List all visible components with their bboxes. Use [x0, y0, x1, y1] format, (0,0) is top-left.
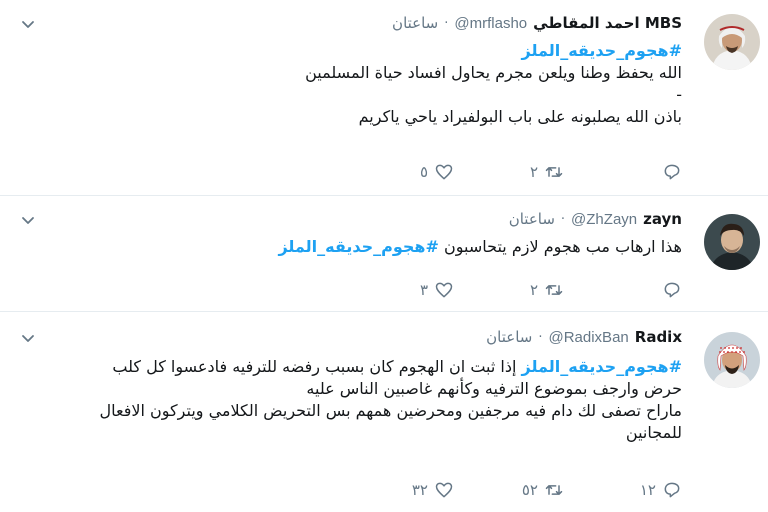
tweet-actions: ١٢ ٥٢ ٣٢	[392, 478, 682, 502]
tweet-header: احمد المقاطي MBS @mrflasho · ساعتان	[392, 12, 682, 34]
separator-dot: ·	[538, 329, 543, 345]
tweet-text: #هجوم_حديقه_الملز الله يحفظ وطنا ويلعن م…	[305, 40, 682, 128]
hashtag-link[interactable]: #هجوم_حديقه_الملز	[278, 237, 439, 256]
retweet-button[interactable]: ٥٢	[522, 478, 564, 502]
tweet-actions: ٢ ٣	[392, 278, 682, 302]
tweet-line: باذن الله يصلبونه على باب البولفيراد ياح…	[358, 107, 682, 126]
separator-dot: ·	[444, 15, 449, 31]
like-count: ٣	[419, 281, 428, 299]
like-button[interactable]: ٣٢	[412, 478, 454, 502]
retweet-button[interactable]: ٢	[524, 278, 564, 302]
tweet-header: Radix @RadixBan · ساعتان	[486, 326, 682, 348]
retweet-button[interactable]: ٢	[524, 160, 564, 184]
tweet[interactable]: Radix @RadixBan · ساعتان #هجوم_حديقه_الم…	[0, 312, 768, 512]
timestamp[interactable]: ساعتان	[486, 328, 532, 346]
separator-dot: ·	[560, 211, 566, 227]
tweet-actions: ٢ ٥	[392, 160, 682, 184]
tweet-line: للمجانين	[625, 423, 682, 442]
display-name[interactable]: zayn	[643, 210, 682, 228]
reply-button[interactable]: ١٢	[640, 478, 682, 502]
timestamp[interactable]: ساعتان	[392, 14, 438, 32]
username[interactable]: @mrflasho	[454, 15, 527, 32]
chevron-down-icon[interactable]	[20, 330, 36, 346]
retweet-icon[interactable]	[544, 162, 564, 182]
heart-icon[interactable]	[434, 480, 454, 500]
tweet-line: حرض وارجف بموضوع الترفيه وكأنهم غاصبين ا…	[306, 379, 682, 398]
retweet-count: ٢	[529, 163, 538, 181]
retweet-count: ٥٢	[521, 481, 538, 499]
reply-button[interactable]	[642, 278, 682, 302]
tweet-text: #هجوم_حديقه_الملز إذا ثبت ان الهجوم كان …	[100, 356, 683, 444]
hashtag-link[interactable]: #هجوم_حديقه_الملز	[522, 41, 683, 60]
retweet-icon[interactable]	[544, 480, 564, 500]
like-button[interactable]: ٥	[414, 160, 454, 184]
heart-icon[interactable]	[434, 162, 454, 182]
hashtag-link[interactable]: #هجوم_حديقه_الملز	[522, 357, 683, 376]
heart-icon[interactable]	[434, 280, 454, 300]
tweet-line: ماراح تصفى لك دام فيه مرجفين ومحرضين همه…	[99, 401, 683, 420]
reply-icon[interactable]	[662, 162, 682, 182]
tweet[interactable]: احمد المقاطي MBS @mrflasho · ساعتان #هجو…	[0, 0, 768, 196]
like-count: ٥	[419, 163, 428, 181]
avatar[interactable]	[704, 214, 760, 270]
reply-icon[interactable]	[662, 280, 682, 300]
display-name[interactable]: احمد المقاطي MBS	[533, 14, 682, 32]
avatar[interactable]	[704, 332, 760, 388]
tweet-line: هذا ارهاب مب هجوم لازم يتحاسبون	[438, 237, 682, 256]
retweet-icon[interactable]	[544, 280, 564, 300]
reply-button[interactable]	[642, 160, 682, 184]
username[interactable]: @RadixBan	[548, 329, 628, 346]
tweet-line: -	[676, 85, 682, 104]
like-count: ٣٢	[411, 481, 428, 499]
retweet-count: ٢	[529, 281, 538, 299]
tweet[interactable]: zayn @ZhZayn · ساعتان هذا ارهاب مب هجوم …	[0, 196, 768, 312]
chevron-down-icon[interactable]	[20, 16, 36, 32]
tweet-line: الله يحفظ وطنا ويلعن مجرم يحاول افساد حي…	[305, 63, 682, 82]
timestamp[interactable]: ساعتان	[509, 210, 555, 228]
reply-icon[interactable]	[662, 480, 682, 500]
avatar[interactable]	[704, 14, 760, 70]
like-button[interactable]: ٣	[414, 278, 454, 302]
username[interactable]: @ZhZayn	[571, 211, 637, 228]
display-name[interactable]: Radix	[635, 328, 682, 346]
tweet-line: إذا ثبت ان الهجوم كان بسبب رفضه للترفيه …	[112, 357, 522, 376]
reply-count: ١٢	[639, 481, 656, 499]
chevron-down-icon[interactable]	[20, 212, 36, 228]
tweet-header: zayn @ZhZayn · ساعتان	[509, 208, 682, 230]
tweet-text: هذا ارهاب مب هجوم لازم يتحاسبون #هجوم_حد…	[278, 236, 682, 258]
